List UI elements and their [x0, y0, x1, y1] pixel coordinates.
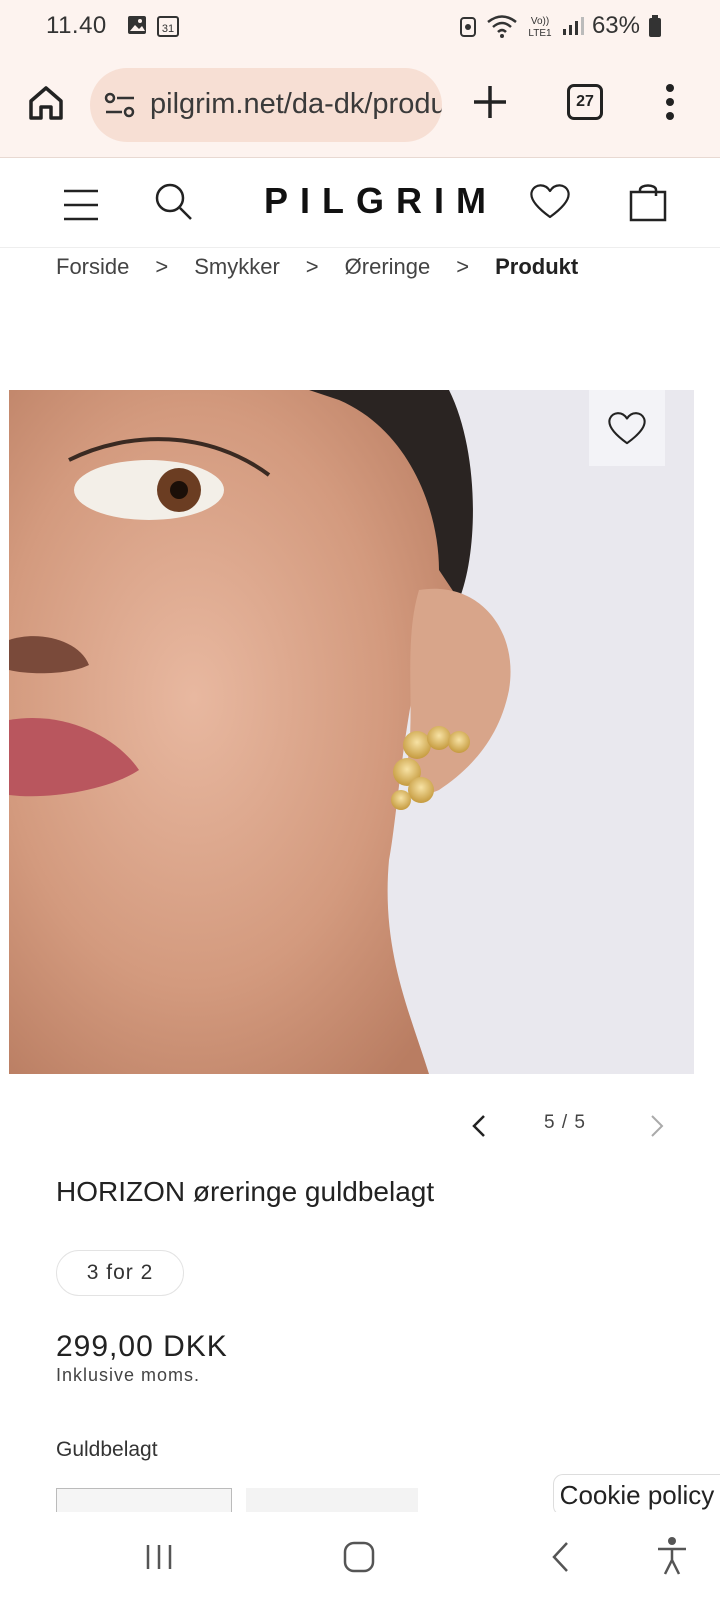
svg-text:31: 31 [162, 23, 174, 35]
battery-icon [649, 15, 661, 37]
new-tab-icon[interactable] [470, 82, 510, 122]
tax-note: Inklusive moms. [56, 1365, 201, 1385]
search-icon[interactable] [154, 182, 194, 222]
chevron-right-icon[interactable] [648, 1114, 666, 1138]
site-logo[interactable]: PILGRIM [264, 180, 498, 222]
image-wishlist-button[interactable] [589, 390, 665, 466]
variant-label: Guldbelagt [56, 1438, 158, 1461]
calendar-icon: 31 [157, 16, 179, 37]
svg-text:LTE1: LTE1 [528, 28, 552, 39]
heart-icon [608, 412, 646, 445]
breadcrumb-item-smykker[interactable]: Smykker [194, 254, 280, 280]
address-bar[interactable]: pilgrim.net/da-dk/products [90, 68, 442, 142]
site-settings-icon[interactable] [104, 92, 136, 120]
breadcrumb-separator: > [456, 254, 470, 279]
breadcrumb-separator: > [155, 254, 169, 279]
shopping-bag-icon[interactable] [628, 180, 668, 222]
status-time: 11.40 [46, 12, 107, 39]
hamburger-menu-icon[interactable] [62, 188, 100, 222]
chevron-left-icon[interactable] [470, 1114, 488, 1138]
status-bar: 11.40 31 Vo)) LTE1 63% [0, 0, 720, 52]
home-icon[interactable] [26, 83, 66, 123]
home-nav-icon[interactable] [342, 1540, 376, 1574]
back-icon[interactable] [550, 1540, 570, 1574]
variant-option[interactable] [246, 1488, 418, 1512]
product-title: HORIZON øreringe guldbelagt [56, 1176, 435, 1207]
url-text[interactable]: pilgrim.net/da-dk/products [150, 88, 442, 121]
wishlist-heart-icon[interactable] [528, 182, 572, 220]
volte-icon: Vo))LTE1 [528, 16, 552, 39]
variant-option[interactable] [56, 1488, 232, 1512]
breadcrumb-current: Produkt [495, 254, 579, 279]
recycle-icon [459, 17, 476, 37]
gallery-icon [128, 16, 146, 34]
product-price: 299,00 DKK [56, 1330, 228, 1363]
breadcrumb: Forside > Smykker > Øreringe > Produkt [56, 254, 578, 280]
tab-switcher-button[interactable]: 27 [567, 84, 603, 120]
site-header: PILGRIM [0, 158, 720, 248]
signal-icon [562, 17, 584, 35]
cookie-policy-button[interactable]: Cookie policy [553, 1474, 720, 1516]
more-options-icon[interactable] [662, 82, 678, 122]
battery-percent: 63% [591, 12, 640, 39]
svg-text:Vo)): Vo)) [531, 16, 549, 27]
breadcrumb-separator: > [305, 254, 319, 279]
image-counter: 5 / 5 [544, 1112, 586, 1133]
product-photo [9, 390, 694, 1074]
browser-toolbar: pilgrim.net/da-dk/products 27 [0, 52, 720, 158]
accessibility-icon[interactable] [656, 1536, 688, 1576]
system-nav-bar [0, 1512, 720, 1600]
product-image[interactable] [9, 390, 694, 1074]
breadcrumb-item-forside[interactable]: Forside [56, 254, 129, 280]
image-pager: 5 / 5 [470, 1112, 670, 1142]
wifi-icon [487, 15, 517, 38]
recent-apps-icon[interactable] [144, 1542, 174, 1572]
breadcrumb-item-oreringe[interactable]: Øreringe [345, 254, 431, 280]
promo-badge: 3 for 2 [56, 1250, 184, 1296]
